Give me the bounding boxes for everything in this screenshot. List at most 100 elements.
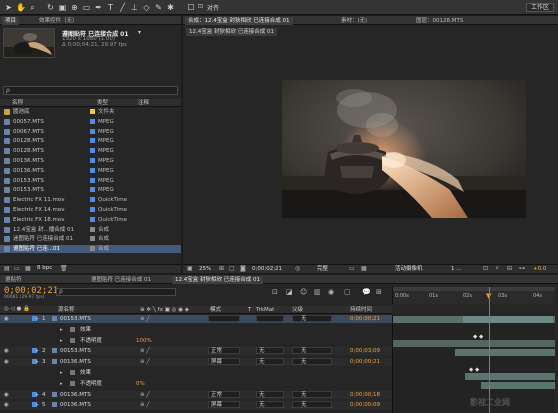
layer-duration[interactable]: 0;00;00;09 [350,401,380,409]
expand-triangle-icon[interactable]: ▸ [36,358,39,366]
eraser-tool-icon[interactable]: ◇ [142,3,151,12]
property-value[interactable]: 0% [136,380,145,388]
layer-bar-4[interactable] [465,373,555,380]
mask-visibility-icon[interactable]: ▢ [229,265,235,272]
clone-tool-icon[interactable]: ⊥ [130,3,139,12]
visibility-eye-icon[interactable]: ◉ [4,391,9,399]
blend-mode-dropdown[interactable]: 屏幕 [208,401,240,409]
tab-composition[interactable]: 合成：12.4宝盒 封狄相欣 已连接合成 01 [185,17,293,25]
column-t[interactable]: T [248,306,251,314]
expand-triangle-icon[interactable]: ▸ [36,391,39,399]
chat-icon[interactable]: 💬 [362,288,371,296]
layer-duration[interactable]: 0;00;00;18 [350,391,380,399]
puppet-tool-icon[interactable]: ✱ [166,3,175,12]
label-color-swatch[interactable] [90,138,95,144]
project-item[interactable]: 遵图贴符 已连...01 合成 [0,245,181,254]
resolution-dropdown[interactable]: 完整 [317,265,328,273]
time-ruler[interactable]: 0:00s 01s 02s 03s 04s ▼ [392,287,555,304]
project-item[interactable]: Electric FX 14.mov QuickTime [0,206,181,214]
show-snapshot-icon[interactable]: ◎ [295,265,300,272]
label-color-swatch[interactable] [90,109,95,114]
expand-triangle-icon[interactable]: ▸ [60,369,63,377]
project-item[interactable]: 00057.MTS MPEG [0,118,181,126]
layer-property-row[interactable]: ▸ 不透明度 100% [0,336,392,345]
label-color-swatch[interactable] [90,216,95,222]
motion-blur-icon[interactable]: ◉ [328,288,334,296]
column-parent[interactable]: 父级 [292,306,303,314]
camera-view-dropdown[interactable]: 活动摄像机 [395,265,423,273]
project-item[interactable]: 00136.MTS MPEG [0,167,181,175]
pen-tool-icon[interactable]: ✒ [94,3,103,12]
fast-preview-icon[interactable]: ⚡ [495,265,499,272]
track-matte-dropdown[interactable]: 无 [256,358,284,366]
label-color-swatch[interactable] [90,177,95,183]
selection-tool-icon[interactable]: ➤ [4,3,13,12]
blend-mode-dropdown[interactable]: 正常 [208,390,240,398]
exposure-value[interactable]: +0.0 [533,265,546,273]
layer-duration[interactable]: 0;00;00;21 [350,358,380,366]
always-preview-icon[interactable]: ▣ [187,265,193,272]
layer-row[interactable]: ◉ 4 ▸ 00136.MTS ⊕ ╱ 正常 无无 0;00;00;18 [0,390,392,399]
parent-dropdown[interactable]: 无 [292,401,332,409]
column-type[interactable]: 类型 [97,99,108,107]
label-color-swatch[interactable] [90,226,95,232]
track-matte-dropdown[interactable]: 无 [256,401,284,409]
layer-switches[interactable]: ⊕ ╱ [140,401,150,409]
project-item[interactable]: 00128.MTS MPEG [0,147,181,155]
render-icon[interactable]: ⊞ [376,288,382,296]
expand-triangle-icon[interactable]: ▸ [36,347,39,355]
zoom-dropdown[interactable]: 25% [199,265,211,273]
workspace-button[interactable]: 工作区 [525,3,554,12]
column-source-name[interactable]: 源名称 [58,306,75,314]
label-color-swatch[interactable] [90,128,95,134]
layer-bar-1-active[interactable] [463,316,553,323]
tab-timeline-2[interactable]: 遵图贴符 已连接合成 01 [88,276,154,284]
work-area-bar[interactable] [393,287,555,291]
project-item[interactable]: 00153.MTS MPEG [0,186,181,194]
shy-icon[interactable]: ☺ [300,288,307,296]
layer-bar-3[interactable] [455,349,555,356]
property-value[interactable]: 100% [136,337,152,345]
new-composition-icon[interactable]: ▦ [25,265,31,272]
playhead-line[interactable] [489,287,490,413]
visibility-eye-icon[interactable]: ◉ [4,358,9,366]
snap-checkbox[interactable] [188,4,194,10]
label-color-swatch[interactable] [90,187,95,193]
track-matte-dropdown[interactable]: 无 [256,347,284,355]
text-tool-icon[interactable]: T [106,3,115,12]
tab-footage[interactable]: 素材：(无) [338,17,370,25]
expand-triangle-icon[interactable]: ▸ [60,326,63,334]
layer-property-row[interactable]: ▸ 效果 [0,369,392,377]
layer-duration[interactable]: 0;00;03;09 [350,347,380,355]
label-color-swatch[interactable] [90,246,95,252]
project-item[interactable]: Electric FX 18.mov QuickTime [0,216,181,224]
tab-layer[interactable]: 图层：00128.MTS [413,17,466,25]
label-color-swatch[interactable] [90,236,95,242]
label-color-swatch[interactable] [90,167,95,173]
layer-switches[interactable]: ⊕ ╱ [140,347,150,355]
interpret-footage-icon[interactable]: ▤ [4,265,10,272]
camera-snapshot-icon[interactable]: ◙ [240,265,246,272]
layer-row[interactable]: ◉ 3 ▸ 00136.MTS ⊕ ╱ 屏幕 无无 0;00;00;21 [0,358,392,367]
project-item[interactable]: 00067.MTS MPEG [0,128,181,136]
toggle-pixel-aspect-icon[interactable]: ⊡ [483,265,488,272]
transparency-grid-icon[interactable]: ▦ [361,265,367,272]
camera-tool-icon[interactable]: ▣ [58,3,67,12]
parent-dropdown[interactable]: 无 [292,315,332,322]
hand-tool-icon[interactable]: ✋ [16,3,26,12]
visibility-eye-icon[interactable]: ◉ [4,315,9,323]
expand-triangle-icon[interactable]: ▸ [36,315,39,323]
chevron-down-icon[interactable]: ▾ [138,29,141,36]
composition-canvas[interactable] [282,80,526,218]
tab-project[interactable]: 项目 [2,17,20,25]
frame-blending-icon[interactable]: ▥ [314,288,321,296]
layer-row[interactable]: ◉ 5 ▸ 00136.MTS ⊕ ╱ 屏幕 无无 0;00;00;09 [0,401,392,410]
layer-property-row[interactable]: ▸ 效果 [0,325,392,334]
rotate-tool-icon[interactable]: ↻ [46,3,55,12]
viewer-timecode[interactable]: 0;00;02;21 [252,265,282,273]
label-color-swatch[interactable] [90,118,95,124]
layer-bar-5[interactable] [481,382,555,389]
expand-triangle-icon[interactable]: ▸ [36,401,39,409]
view-layout-dropdown[interactable]: 1 ... [451,265,462,273]
track-matte-dropdown[interactable] [256,315,284,322]
